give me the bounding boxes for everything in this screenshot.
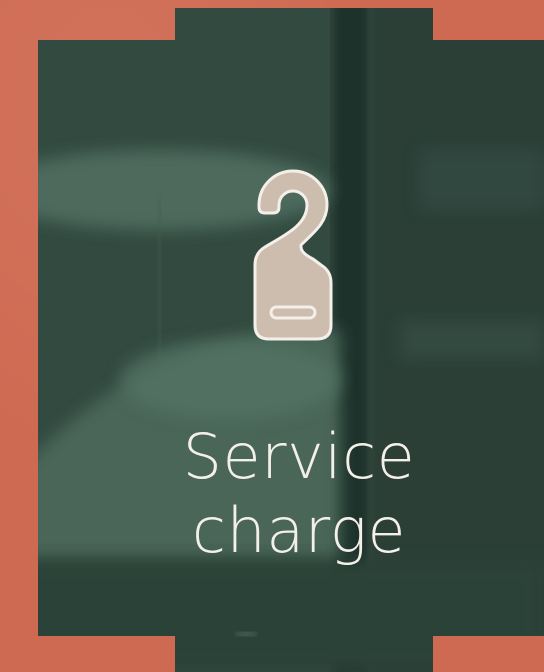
title-line-2: charge — [191, 494, 407, 567]
title-line-1: Service — [182, 420, 416, 493]
service-charge-card: Service charge — [0, 0, 544, 672]
door-hanger-icon — [251, 147, 335, 343]
card-title: Service charge — [60, 420, 538, 568]
